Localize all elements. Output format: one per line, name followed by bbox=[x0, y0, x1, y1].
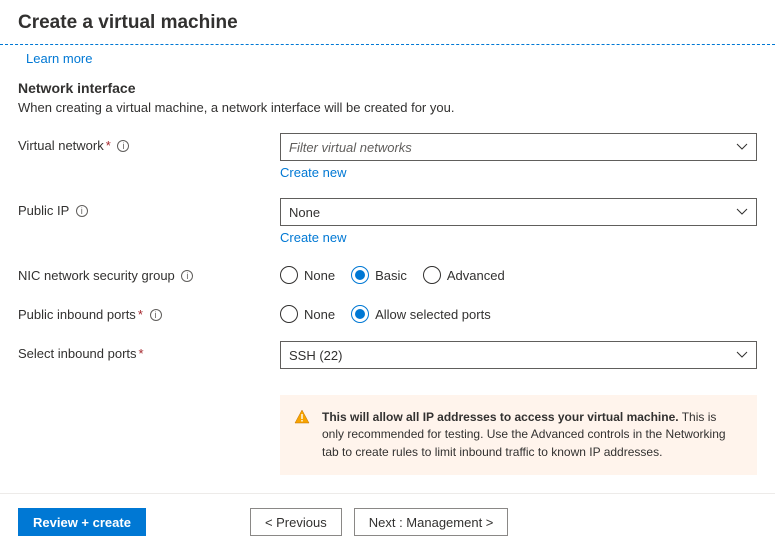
radio-icon bbox=[423, 266, 441, 284]
row-nsg: NIC network security group i None Basic … bbox=[18, 263, 757, 284]
content-area: Learn more Network interface When creati… bbox=[0, 45, 775, 475]
learn-more-link[interactable]: Learn more bbox=[26, 51, 92, 66]
dropdown-value: SSH (22) bbox=[289, 348, 342, 363]
info-icon[interactable]: i bbox=[181, 270, 193, 282]
create-new-vnet-link[interactable]: Create new bbox=[280, 165, 346, 180]
row-select-ports: Select inbound ports* SSH (22) bbox=[18, 341, 757, 369]
dropdown-value: None bbox=[289, 205, 320, 220]
footer: Review + create < Previous Next : Manage… bbox=[0, 494, 775, 550]
row-virtual-network: Virtual network* i Filter virtual networ… bbox=[18, 133, 757, 180]
dropdown-placeholder: Filter virtual networks bbox=[289, 140, 412, 155]
chevron-down-icon bbox=[736, 208, 748, 216]
public-ip-dropdown[interactable]: None bbox=[280, 198, 757, 226]
warning-bold: This will allow all IP addresses to acce… bbox=[322, 410, 679, 424]
label-virtual-network: Virtual network bbox=[18, 138, 104, 153]
section-description: When creating a virtual machine, a netwo… bbox=[18, 100, 757, 115]
row-warning: This will allow all IP addresses to acce… bbox=[18, 395, 757, 475]
previous-button[interactable]: < Previous bbox=[250, 508, 342, 536]
row-inbound-ports: Public inbound ports* i None Allow selec… bbox=[18, 302, 757, 323]
radio-icon bbox=[351, 305, 369, 323]
page-header: Create a virtual machine bbox=[0, 0, 775, 44]
warning-box: This will allow all IP addresses to acce… bbox=[280, 395, 757, 475]
required-marker: * bbox=[139, 346, 144, 361]
inbound-ports-radio-group: None Allow selected ports bbox=[280, 302, 757, 323]
info-icon[interactable]: i bbox=[117, 140, 129, 152]
inbound-radio-none[interactable]: None bbox=[280, 305, 335, 323]
row-public-ip: Public IP i None Create new bbox=[18, 198, 757, 245]
label-inbound-ports: Public inbound ports bbox=[18, 307, 136, 322]
radio-label: Allow selected ports bbox=[375, 307, 491, 322]
radio-label: None bbox=[304, 268, 335, 283]
radio-icon bbox=[280, 266, 298, 284]
review-create-button[interactable]: Review + create bbox=[18, 508, 146, 536]
info-icon[interactable]: i bbox=[76, 205, 88, 217]
page-title: Create a virtual machine bbox=[18, 12, 757, 34]
chevron-down-icon bbox=[736, 143, 748, 151]
label-public-ip: Public IP bbox=[18, 203, 69, 218]
radio-label: Basic bbox=[375, 268, 407, 283]
label-nsg: NIC network security group bbox=[18, 268, 175, 283]
virtual-network-dropdown[interactable]: Filter virtual networks bbox=[280, 133, 757, 161]
required-marker: * bbox=[138, 307, 143, 322]
radio-icon bbox=[351, 266, 369, 284]
info-icon[interactable]: i bbox=[150, 309, 162, 321]
nsg-radio-advanced[interactable]: Advanced bbox=[423, 266, 505, 284]
create-new-public-ip-link[interactable]: Create new bbox=[280, 230, 346, 245]
nsg-radio-basic[interactable]: Basic bbox=[351, 266, 407, 284]
section-title: Network interface bbox=[18, 80, 757, 96]
select-ports-dropdown[interactable]: SSH (22) bbox=[280, 341, 757, 369]
radio-icon bbox=[280, 305, 298, 323]
nsg-radio-none[interactable]: None bbox=[280, 266, 335, 284]
radio-label: Advanced bbox=[447, 268, 505, 283]
chevron-down-icon bbox=[736, 351, 748, 359]
next-button[interactable]: Next : Management > bbox=[354, 508, 509, 536]
required-marker: * bbox=[106, 138, 111, 153]
radio-label: None bbox=[304, 307, 335, 322]
nsg-radio-group: None Basic Advanced bbox=[280, 263, 757, 284]
inbound-radio-allow[interactable]: Allow selected ports bbox=[351, 305, 491, 323]
label-select-ports: Select inbound ports bbox=[18, 346, 137, 361]
warning-icon bbox=[294, 409, 310, 430]
